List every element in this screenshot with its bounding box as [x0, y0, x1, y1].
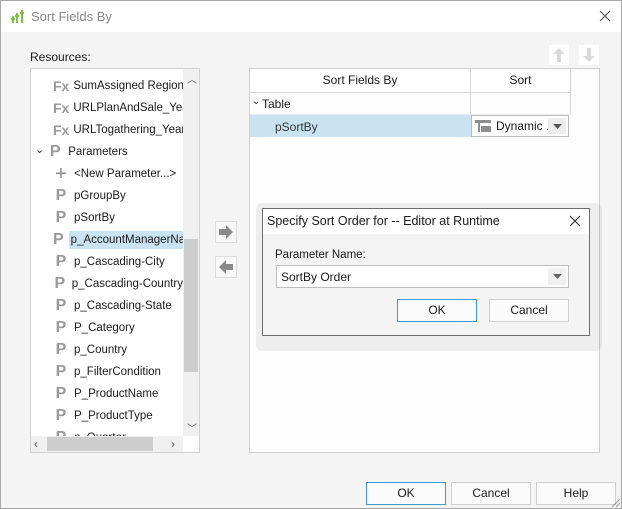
help-button[interactable]: Help: [536, 482, 616, 505]
parameter-icon: P: [55, 209, 67, 226]
vertical-scrollbar[interactable]: ︿ ﹀: [183, 69, 199, 436]
modal-ok-button[interactable]: OK: [397, 299, 477, 322]
modal-title-bar: Specify Sort Order for -- Editor at Runt…: [263, 209, 589, 234]
parameter-icon: P: [49, 143, 61, 160]
tree-item-label: p_Cascading-State: [74, 300, 172, 312]
tree-item[interactable]: Pp_Cascading-City: [31, 251, 183, 273]
parameter-name-label: Parameter Name:: [275, 249, 366, 261]
dropdown-arrow-icon[interactable]: [548, 268, 566, 285]
plus-icon: +: [55, 162, 67, 185]
tree-item-label: URLPlanAndSale_Year: [73, 102, 193, 114]
tree-item[interactable]: Fx URLPlanAndSale_Year: [31, 97, 192, 119]
move-up-button[interactable]: [549, 45, 569, 65]
close-icon[interactable]: [597, 8, 613, 24]
group-label: Table: [262, 97, 291, 111]
parameter-icon: P: [55, 407, 67, 424]
column-header-field[interactable]: Sort Fields By: [250, 69, 471, 93]
tree-item-label: SumAssigned Region: [73, 80, 184, 92]
sort-type-select[interactable]: Dynamic ...: [471, 115, 569, 137]
tree-item[interactable]: Pp_Cascading-State: [31, 295, 183, 317]
tree-item-label: P_ProductName: [74, 388, 159, 400]
tree-item-label: P_Category: [74, 322, 135, 334]
tree-item-label: URLTogathering_Year: [73, 124, 186, 136]
formula-icon: Fx: [53, 122, 70, 138]
tree-item[interactable]: PpSortBy: [31, 207, 183, 229]
resources-label: Resources:: [30, 50, 91, 64]
parameter-icon: P: [55, 363, 67, 380]
tree-item[interactable]: + <New Parameter...>: [31, 163, 183, 185]
scroll-right-icon[interactable]: ›: [171, 437, 175, 451]
tree-item[interactable]: Pp_Cascading-Country: [31, 273, 183, 295]
tree-item-label: pSortBy: [74, 212, 115, 224]
tree-item-label: p_AccountManagerName: [68, 231, 199, 249]
resize-grip-icon[interactable]: [609, 496, 621, 508]
parameter-icon: P: [55, 385, 67, 402]
tree-item[interactable]: Fx SumAssigned Region: [31, 75, 184, 97]
tree-item-label: <New Parameter...>: [74, 168, 177, 180]
parameter-icon: P: [54, 275, 66, 292]
tree-item-label: pGroupBy: [74, 190, 126, 202]
tree-item[interactable]: P P_Category: [31, 317, 183, 339]
field-name: pSortBy: [275, 120, 318, 134]
add-field-button[interactable]: [215, 221, 237, 243]
group-row[interactable]: ⌄ Table: [250, 93, 471, 115]
resources-tree[interactable]: Pp_QuarterPP_ProductTypePP_ProductNamePp…: [30, 68, 200, 453]
chevron-down-icon[interactable]: ⌄: [252, 96, 260, 107]
parameter-name-value: SortBy Order: [281, 270, 352, 284]
sort-type-value: Dynamic ...: [496, 119, 557, 133]
tree-item[interactable]: Pp_FilterCondition: [31, 361, 183, 383]
table-row[interactable]: pSortBy: [250, 115, 471, 137]
scroll-thumb[interactable]: [47, 437, 153, 451]
scroll-down-icon[interactable]: ﹀: [187, 420, 197, 435]
remove-field-button[interactable]: [215, 256, 237, 278]
arrow-down-icon: [583, 48, 595, 62]
parameter-name-select[interactable]: SortBy Order: [276, 265, 569, 288]
tree-item[interactable]: PpGroupBy: [31, 185, 183, 207]
sort-fields-dialog: Sort Fields By Resources: Pp_QuarterPP_P…: [0, 0, 622, 509]
title-bar: Sort Fields By: [1, 1, 621, 32]
parameter-icon: P: [55, 341, 67, 358]
tree-item-label: p_Country: [74, 344, 128, 356]
chevron-down-icon[interactable]: ⌄: [35, 143, 44, 156]
dynamic-sort-icon: [475, 120, 491, 132]
parameter-icon: P: [55, 253, 67, 270]
tree-item[interactable]: ⌄ P Parameters: [31, 141, 183, 163]
chart-sliders-icon: [11, 10, 24, 23]
scroll-left-icon[interactable]: ‹: [34, 437, 38, 451]
parameter-icon: P: [55, 319, 67, 336]
close-icon[interactable]: [568, 214, 582, 228]
tree-item[interactable]: Fx URLTogathering_Year: [31, 119, 186, 141]
tree-item-label: p_Cascading-Country: [71, 278, 183, 290]
modal-title: Specify Sort Order for -- Editor at Runt…: [267, 214, 500, 228]
parameter-icon: P: [53, 231, 64, 248]
scroll-thumb[interactable]: [184, 239, 198, 372]
move-down-button[interactable]: [579, 45, 599, 65]
arrow-up-icon: [553, 48, 565, 62]
arrow-right-icon: [219, 225, 233, 239]
arrow-left-icon: [219, 260, 233, 274]
ok-button[interactable]: OK: [366, 482, 446, 505]
sort-order-modal: Specify Sort Order for -- Editor at Runt…: [262, 208, 590, 336]
dropdown-arrow-icon[interactable]: [548, 118, 566, 134]
parameter-icon: P: [55, 187, 67, 204]
scroll-up-icon[interactable]: ︿: [187, 71, 197, 86]
tree-item[interactable]: P P_ProductName: [31, 383, 183, 405]
group-row-sort-cell: [471, 93, 571, 115]
modal-cancel-button[interactable]: Cancel: [489, 299, 569, 322]
column-header-sort[interactable]: Sort: [471, 69, 571, 93]
formula-icon: Fx: [53, 100, 70, 116]
tree-item-label: p_Cascading-City: [74, 256, 165, 268]
tree-item-label: p_FilterCondition: [74, 366, 161, 378]
tree-item[interactable]: Pp_AccountManagerName: [31, 229, 199, 251]
window-title: Sort Fields By: [31, 9, 112, 24]
horizontal-scrollbar[interactable]: ‹ ›: [31, 436, 183, 452]
cancel-button[interactable]: Cancel: [451, 482, 531, 505]
parameter-icon: P: [55, 297, 67, 314]
formula-icon: Fx: [53, 78, 70, 94]
tree-item-label: P_ProductType: [74, 410, 153, 422]
tree-item[interactable]: Pp_Country: [31, 339, 183, 361]
tree-item-label: Parameters: [68, 146, 128, 158]
tree-item[interactable]: P P_ProductType: [31, 405, 183, 427]
